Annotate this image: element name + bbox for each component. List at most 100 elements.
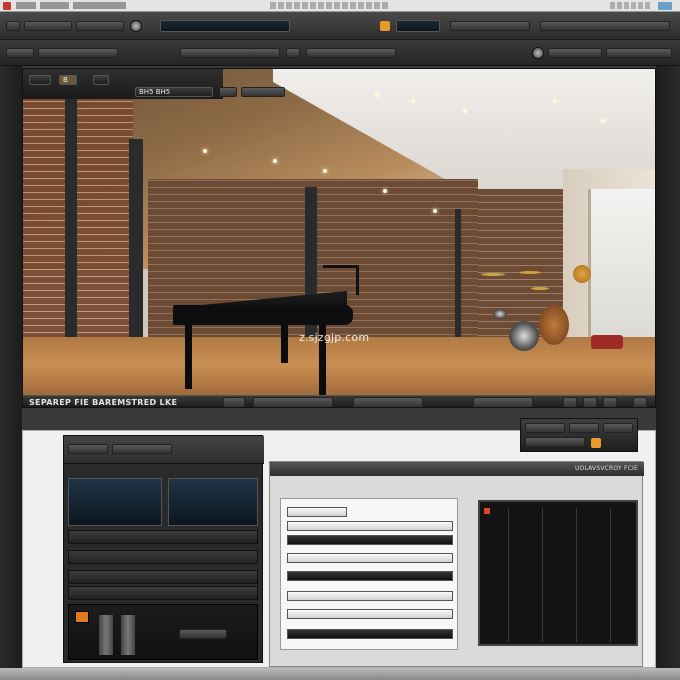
overlay-tag-3[interactable] [93, 75, 109, 85]
piano-leg [185, 323, 192, 389]
grid-line [576, 508, 577, 642]
toolbar-button-file[interactable] [24, 21, 72, 31]
channel-strip-row[interactable] [68, 550, 258, 564]
left-sidebar [0, 66, 22, 668]
input-selector[interactable] [548, 48, 602, 58]
track-thumbnail[interactable] [68, 478, 162, 526]
instrument-case [591, 335, 623, 349]
overlay-tag-1[interactable] [29, 75, 51, 85]
analyzer-display [478, 500, 638, 646]
solo-button[interactable] [75, 611, 89, 623]
photo-overlay-toolbar: B BH5 BH5 [23, 69, 223, 99]
caption-field[interactable] [253, 397, 333, 407]
parameter-row[interactable] [287, 521, 453, 531]
output-selector[interactable] [306, 48, 396, 58]
transport-button[interactable] [603, 423, 633, 433]
parameter-row[interactable] [287, 507, 347, 517]
grid-line [542, 508, 543, 642]
mixer-tab[interactable] [68, 444, 108, 454]
menu-bar [0, 0, 680, 12]
ceiling-light [375, 93, 379, 97]
toolbar-button-edit[interactable] [76, 21, 124, 31]
gain-knob[interactable] [532, 47, 544, 59]
studio-photo-viewport: z.sjzgjp.com B BH5 BH5 SEPAREP FIE BAREM… [22, 68, 656, 408]
transport-button[interactable] [569, 423, 599, 433]
main-toolbar [0, 12, 680, 40]
menu-items[interactable] [16, 2, 126, 9]
track-button[interactable] [6, 48, 34, 58]
parameter-row[interactable] [287, 571, 453, 581]
photo-overlay-button[interactable] [219, 87, 237, 97]
parameter-row[interactable] [287, 591, 453, 601]
secondary-toolbar [0, 40, 680, 66]
mixer-tab[interactable] [112, 444, 172, 454]
caption-icon-button[interactable] [603, 397, 617, 407]
grid-line [508, 508, 509, 642]
transport-led [591, 438, 601, 448]
photo-caption: SEPAREP FIE BAREMSTRED LKE [29, 398, 178, 407]
ceiling-light [273, 159, 277, 163]
ceiling-light [411, 99, 415, 103]
plugin-title: UOLAVSVCROY FCIE [574, 465, 638, 472]
guitar [573, 265, 591, 283]
steel-column [129, 139, 143, 369]
record-indicator [484, 508, 490, 514]
fader-bank [68, 604, 258, 660]
toolbar-button-view[interactable] [540, 21, 670, 31]
parameter-row[interactable] [287, 609, 453, 619]
channel-strip-row[interactable] [68, 530, 258, 544]
app-icon[interactable] [3, 2, 11, 10]
channel-fader[interactable] [99, 615, 113, 655]
overlay-tag-2[interactable]: B [59, 75, 77, 85]
window-control-icon[interactable] [658, 2, 672, 10]
bass-drum [509, 321, 539, 351]
ceiling-light [383, 189, 387, 193]
preset-arrow-button[interactable] [286, 48, 300, 58]
caption-field[interactable] [473, 397, 533, 407]
mixer-header [64, 436, 264, 464]
cymbal [531, 287, 549, 290]
right-sidebar [656, 66, 680, 668]
status-indicator [380, 21, 390, 31]
grand-piano [173, 305, 353, 325]
transport-button[interactable] [525, 423, 565, 433]
ceiling-light [433, 209, 437, 213]
caption-icon-button[interactable] [563, 397, 577, 407]
ceiling-light [203, 149, 207, 153]
caption-icon-button[interactable] [583, 397, 597, 407]
photo-status-bar: SEPAREP FIE BAREMSTRED LKE [23, 395, 655, 407]
channel-strip-row[interactable] [68, 570, 258, 584]
channel-fader[interactable] [121, 615, 135, 655]
ceiling-light [463, 109, 467, 113]
settings-button[interactable] [606, 48, 672, 58]
plugin-title-bar: UOLAVSVCROY FCIE [270, 462, 644, 476]
transport-controls [520, 418, 638, 452]
caption-field[interactable] [353, 397, 423, 407]
overlay-tag-4[interactable]: BH5 BH5 [135, 87, 213, 97]
photo-overlay-button[interactable] [241, 87, 285, 97]
tempo-display [396, 20, 440, 32]
grid-line [610, 508, 611, 642]
snare-drum [493, 309, 507, 319]
parameter-row[interactable] [287, 553, 453, 563]
caption-icon-button[interactable] [633, 397, 647, 407]
volume-knob[interactable] [130, 20, 142, 32]
ceiling-light [553, 99, 557, 103]
channel-output-button[interactable] [179, 629, 227, 639]
track-thumbnail[interactable] [168, 478, 258, 526]
record-button[interactable] [6, 21, 20, 31]
time-display [160, 20, 290, 32]
piano-lid-prop [323, 265, 359, 295]
piano-leg [281, 323, 288, 363]
toolbar-button-mix[interactable] [450, 21, 530, 31]
channel-strip-row[interactable] [68, 586, 258, 600]
status-text [610, 2, 650, 9]
transport-slider[interactable] [525, 437, 585, 447]
preset-selector[interactable] [180, 48, 280, 58]
parameter-row[interactable] [287, 535, 453, 545]
window-title [270, 2, 390, 9]
parameter-row[interactable] [287, 629, 453, 639]
track-name-field[interactable] [38, 48, 118, 58]
caption-button[interactable] [223, 397, 245, 407]
double-bass [539, 305, 569, 345]
